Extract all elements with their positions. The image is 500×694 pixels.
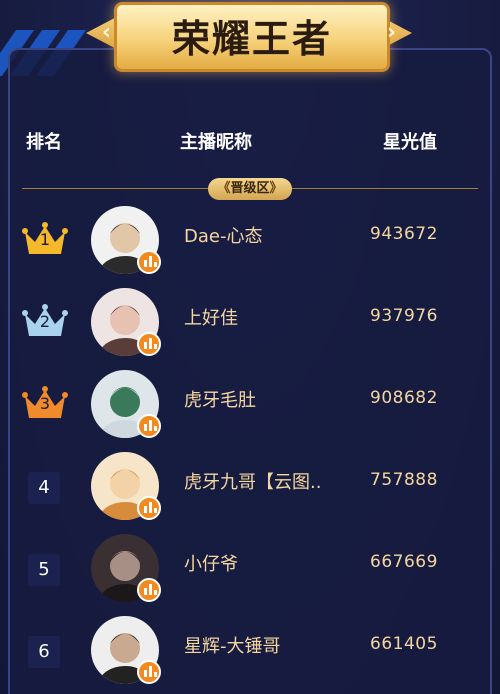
bronze-crown-icon: 3 xyxy=(22,384,68,422)
streamer-name[interactable]: 虎牙毛肚 xyxy=(184,386,256,412)
live-badge-icon xyxy=(137,496,161,520)
live-badge-icon xyxy=(137,660,161,684)
streamer-name[interactable]: 虎牙九哥【云图.. xyxy=(184,468,321,494)
zone-left-bracket: 《 xyxy=(217,181,231,196)
rank-number: 5 xyxy=(28,554,60,586)
star-value: 661405 xyxy=(370,634,438,654)
streamer-name[interactable]: 上好佳 xyxy=(184,304,238,330)
star-value: 757888 xyxy=(370,470,438,490)
page-title: 荣耀王者 xyxy=(171,17,332,61)
rank-number: 4 xyxy=(28,472,60,504)
ranking-row[interactable]: 3 虎牙毛肚 908682 xyxy=(16,364,484,446)
star-value: 937976 xyxy=(370,306,438,326)
header-name: 主播昵称 xyxy=(180,132,252,153)
live-badge-icon xyxy=(137,250,161,274)
rank-number: 3 xyxy=(39,394,51,413)
streamer-name[interactable]: 星辉-大锤哥 xyxy=(184,632,281,658)
table-header: 排名 主播昵称 星光值 xyxy=(0,128,500,154)
ranking-row[interactable]: 1 Dae-心态 943672 xyxy=(16,200,484,282)
star-value: 908682 xyxy=(370,388,438,408)
ranking-page: ‹ › 荣耀王者 排名 主播昵称 星光值 《晋级区》 1 Dae-心态 9436… xyxy=(0,0,500,694)
rank-number: 1 xyxy=(39,230,51,249)
live-badge-icon xyxy=(137,332,161,356)
ranking-row[interactable]: 6 星辉-大锤哥 661405 xyxy=(16,610,484,692)
header-star: 星光值 xyxy=(383,132,437,153)
zone-right-bracket: 》 xyxy=(269,181,283,196)
ranking-row[interactable]: 4 虎牙九哥【云图.. 757888 xyxy=(16,446,484,528)
streamer-name[interactable]: Dae-心态 xyxy=(184,222,262,248)
ranking-row[interactable]: 5 小仔爷 667669 xyxy=(16,528,484,610)
streamer-name[interactable]: 小仔爷 xyxy=(184,550,238,576)
prev-arrow-icon[interactable]: ‹ xyxy=(102,20,111,45)
title-banner: ‹ › 荣耀王者 xyxy=(86,0,412,72)
header-rank: 排名 xyxy=(26,132,62,153)
zone-label: 晋级区 xyxy=(230,181,270,196)
gold-crown-icon: 1 xyxy=(22,220,68,258)
rank-number: 2 xyxy=(39,312,51,331)
live-badge-icon xyxy=(137,414,161,438)
live-badge-icon xyxy=(137,578,161,602)
star-value: 943672 xyxy=(370,224,438,244)
star-value: 667669 xyxy=(370,552,438,572)
rank-number: 6 xyxy=(28,636,60,668)
silver-crown-icon: 2 xyxy=(22,302,68,340)
ranking-row[interactable]: 2 上好佳 937976 xyxy=(16,282,484,364)
promotion-zone-tag: 《晋级区》 xyxy=(208,178,292,200)
